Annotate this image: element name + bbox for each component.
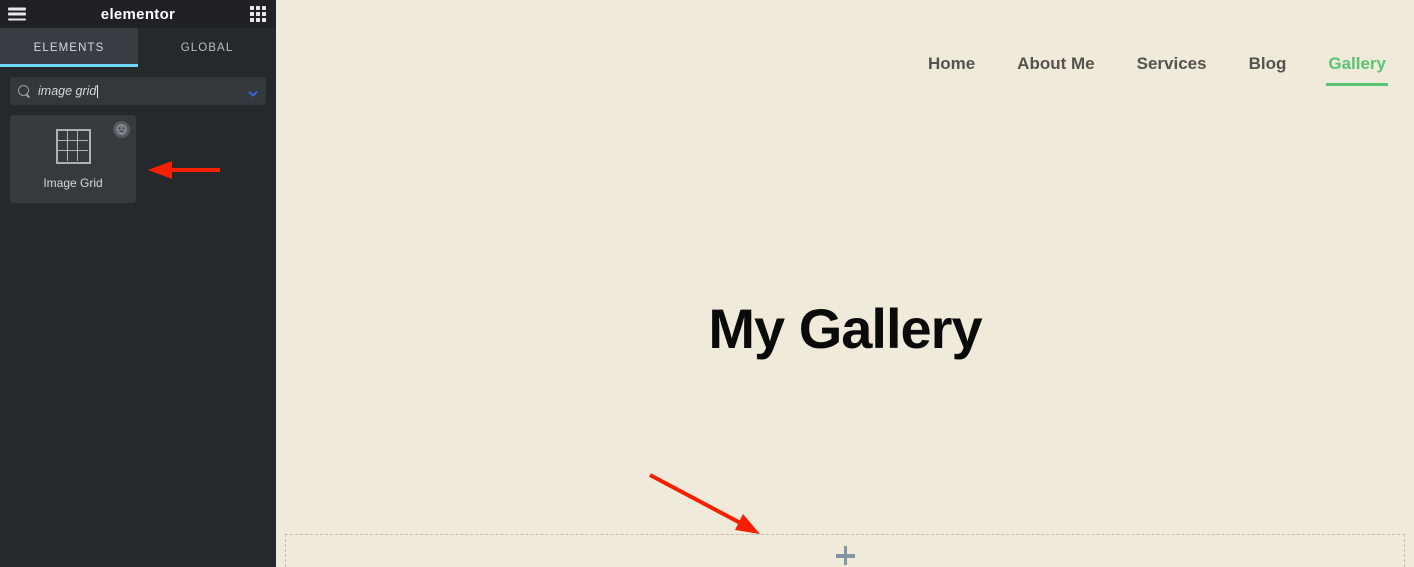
widget-label-image-grid: Image Grid bbox=[43, 175, 103, 190]
page-title: My Gallery bbox=[708, 297, 982, 360]
panel-tabs: ELEMENTS GLOBAL bbox=[0, 28, 276, 67]
grid-3x3-icon bbox=[55, 128, 91, 164]
nav-item-blog[interactable]: Blog bbox=[1249, 54, 1287, 96]
search-icon bbox=[18, 84, 31, 98]
nav-item-about-me[interactable]: About Me bbox=[1017, 54, 1094, 96]
hamburger-icon[interactable] bbox=[8, 7, 26, 21]
search-input-value: image grid bbox=[38, 84, 97, 98]
elementor-editor: elementor ELEMENTS GLOBAL image grid Ima… bbox=[0, 0, 1414, 567]
tab-global[interactable]: GLOBAL bbox=[138, 28, 276, 67]
nav-item-gallery[interactable]: Gallery bbox=[1326, 54, 1388, 96]
nav-item-services[interactable]: Services bbox=[1137, 54, 1207, 96]
section-drop-zone[interactable] bbox=[285, 534, 1405, 567]
site-navigation: Home About Me Services Blog Gallery bbox=[276, 0, 1414, 150]
elementor-panel: elementor ELEMENTS GLOBAL image grid Ima… bbox=[0, 0, 276, 567]
elementor-logo-text: elementor bbox=[100, 5, 176, 23]
page-canvas: Home About Me Services Blog Gallery My G… bbox=[276, 0, 1414, 567]
text-cursor bbox=[97, 84, 99, 98]
nav-item-home[interactable]: Home bbox=[928, 54, 975, 96]
tab-elements[interactable]: ELEMENTS bbox=[0, 28, 138, 67]
apps-grid-icon[interactable] bbox=[250, 6, 266, 22]
search-input[interactable]: image grid bbox=[10, 77, 266, 105]
widget-results-list: Image Grid bbox=[0, 105, 276, 203]
face-badge-icon bbox=[113, 121, 130, 138]
search-section: image grid bbox=[0, 67, 276, 105]
plus-icon[interactable] bbox=[835, 546, 855, 565]
panel-header: elementor bbox=[0, 0, 276, 28]
widget-card-image-grid[interactable]: Image Grid bbox=[10, 115, 136, 203]
chevron-down-icon[interactable] bbox=[248, 86, 258, 97]
